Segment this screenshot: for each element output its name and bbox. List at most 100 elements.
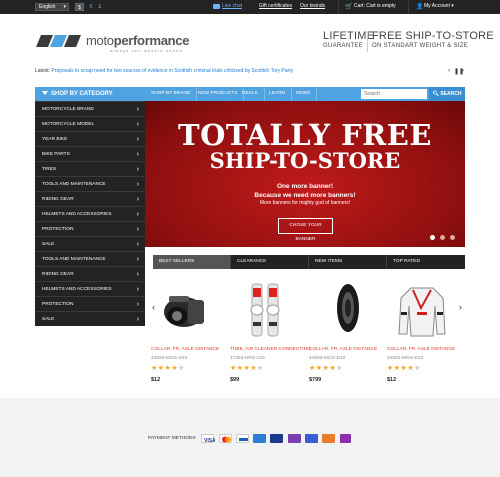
category-heading[interactable]: SHOP BY CATEGORY	[35, 87, 145, 101]
cart-link[interactable]: Cart: Cart is empty	[354, 3, 396, 9]
latest-news: Latest: Proposals to scrap need for two …	[35, 68, 293, 74]
top-bar: English ▾ $ € £ Live chat Gift certifica…	[0, 0, 500, 14]
chevron-down-icon: ▾	[63, 4, 66, 10]
sidebar-item-label: MOTORCYCLE MODEL	[42, 122, 95, 127]
sidebar-item-riding-gear[interactable]: RIDING GEAR ›	[35, 191, 145, 206]
sidebar-item-year-bike[interactable]: YEAR BIKE ›	[35, 131, 145, 146]
sidebar-item-tires[interactable]: TIRES ›	[35, 161, 145, 176]
chevron-right-icon: ›	[136, 121, 139, 128]
payment-methods-label: PAYMENT METHODS	[148, 436, 196, 441]
sidebar-item-label: TIRES	[42, 167, 57, 172]
nav-tab-deals[interactable]: DEALS	[236, 87, 265, 101]
maestro-icon	[288, 434, 301, 443]
sidebar-item-label: RIDING GEAR	[42, 272, 74, 277]
sidebar-item-label: SALE	[42, 317, 55, 322]
sidebar-item-motorcycle-model[interactable]: MOTORCYCLE MODEL ›	[35, 116, 145, 131]
divider	[408, 0, 409, 14]
chose-banner-button[interactable]: CHOSE YOUR BANNER	[278, 218, 333, 242]
nav-tab-shop-by-brand[interactable]: SHOP BY BRAND	[145, 87, 198, 101]
product-sku: 44620-MGS-D10	[387, 356, 424, 361]
slide-dot[interactable]	[430, 235, 435, 240]
promo-subtitle: ON STANDART WEIGHT & SIZE	[372, 43, 469, 49]
sidebar-item-label: MOTORCYCLE BRAND	[42, 107, 94, 112]
product-image[interactable]	[309, 278, 379, 342]
product-sku: 17253-HR3-A20	[230, 356, 265, 361]
search-button-label: SEARCH	[440, 91, 462, 97]
next-news-icon[interactable]: ›	[462, 68, 464, 74]
paypal-icon	[236, 434, 249, 443]
sidebar-item-label: BIKE PARTS	[42, 152, 70, 157]
tab-top-rated[interactable]: TOP RATED	[387, 255, 465, 269]
gift-certificates-link[interactable]: Gift certificates	[259, 3, 292, 9]
language-select[interactable]: English ▾	[35, 3, 69, 11]
search-input[interactable]	[361, 89, 427, 99]
hero-banner[interactable]: TOTALLY FREE SHIP-TO-STORE One more bann…	[145, 101, 465, 247]
tab-clearance[interactable]: CLEARANCE	[231, 255, 309, 269]
our-brands-link[interactable]: Our brands	[300, 3, 325, 9]
product-name[interactable]: COLLAR, FR. AXLE DISTANCE	[387, 347, 455, 352]
carousel-next-icon[interactable]: ›	[459, 302, 462, 312]
tab-best-sellers[interactable]: BEST SELLERS	[153, 255, 231, 269]
latest-news-link[interactable]: Proposals to scrap need for two sources …	[51, 68, 293, 74]
prev-news-icon[interactable]: ‹	[448, 68, 450, 74]
moneybookers-icon	[340, 434, 351, 443]
sidebar-item-bike-parts[interactable]: BIKE PARTS ›	[35, 146, 145, 161]
currency-usd[interactable]: $	[75, 3, 84, 11]
main-nav: SHOP BY BRAND NEW PRODUCTS DEALS LEARN N…	[145, 87, 465, 101]
slide-dot[interactable]	[440, 235, 445, 240]
product-name[interactable]: TUBE, AIR CLEANER CONNECTING	[230, 347, 311, 352]
currency-eur[interactable]: €	[88, 3, 94, 11]
sidebar-item-label: YEAR BIKE	[42, 137, 68, 142]
promo-title: FREE SHIP-TO-STORE	[372, 30, 494, 42]
currency-gbp[interactable]: £	[97, 3, 103, 11]
live-chat-link[interactable]: Live chat	[222, 3, 242, 9]
sidebar-item-motorcycle-brand[interactable]: MOTORCYCLE BRAND ›	[35, 101, 145, 116]
sidebar-item-sale[interactable]: SALE ›	[35, 311, 145, 326]
latest-label: Latest:	[35, 68, 51, 74]
sidebar-item-protection[interactable]: PROTECTION ›	[35, 221, 145, 236]
logo-text[interactable]: motoperformance	[86, 33, 189, 48]
nav-tab-news[interactable]: NEWS	[290, 87, 318, 101]
hero-line: One more banner!	[277, 183, 333, 190]
product-image[interactable]	[230, 278, 300, 342]
product-name[interactable]: COLLAR, FR. AXLE DISTANCE	[309, 347, 377, 352]
logo-bold: performance	[113, 33, 190, 48]
svg-text:VISA: VISA	[204, 438, 215, 444]
product-name[interactable]: COLLAR, FR. AXLE DISTANCE	[151, 347, 219, 352]
account-label: My Account	[424, 3, 450, 9]
language-value: English	[39, 4, 56, 10]
rating-stars: ★★★★★	[230, 365, 264, 372]
chat-icon[interactable]	[213, 4, 220, 9]
tab-new-items[interactable]: NEW ITEMS	[309, 255, 387, 269]
rating-stars: ★★★★★	[151, 365, 185, 372]
slide-dot[interactable]	[450, 235, 455, 240]
skrill-icon	[322, 434, 335, 443]
product-image[interactable]	[387, 278, 457, 342]
amex-icon	[253, 434, 266, 443]
sidebar-item-riding-gear[interactable]: RIDING GEAR ›	[35, 266, 145, 281]
sidebar-item-protection[interactable]: PROTECTION ›	[35, 296, 145, 311]
sidebar-item-helmets[interactable]: HELMETS AND ACCESSORIES ›	[35, 206, 145, 221]
sidebar-item-label: RIDING GEAR	[42, 197, 74, 202]
sidebar-item-sale[interactable]: SALE ›	[35, 236, 145, 251]
sidebar-item-tools[interactable]: TOOLS AND MAINTENANCE ›	[35, 176, 145, 191]
nav-tab-learn[interactable]: LEARN	[263, 87, 292, 101]
hero-subtitle: SHIP-TO-STORE	[209, 148, 401, 173]
product-sku: 44620-MGS-D10	[309, 356, 346, 361]
visa-card-icon: VISA	[201, 434, 216, 444]
sidebar-item-helmets[interactable]: HELMETS AND ACCESSORIES ›	[35, 281, 145, 296]
user-icon[interactable]: 👤	[416, 3, 423, 10]
chevron-right-icon: ›	[136, 166, 139, 173]
sidebar-item-tools[interactable]: TOOLS AND MAINTENANCE ›	[35, 251, 145, 266]
cart-icon[interactable]: 🛒	[345, 3, 352, 10]
logo-icon[interactable]	[35, 33, 83, 49]
account-link[interactable]: My Account ▾	[424, 3, 454, 9]
mastercard-icon	[219, 434, 232, 443]
chevron-right-icon: ›	[136, 211, 139, 218]
rating-stars: ★★★★★	[309, 365, 343, 372]
chevron-right-icon: ›	[136, 316, 139, 323]
product-image[interactable]	[151, 278, 221, 342]
chevron-right-icon: ›	[136, 271, 139, 278]
search-button[interactable]: 🔍︎ SEARCH	[429, 87, 465, 101]
chevron-right-icon: ›	[136, 151, 139, 158]
